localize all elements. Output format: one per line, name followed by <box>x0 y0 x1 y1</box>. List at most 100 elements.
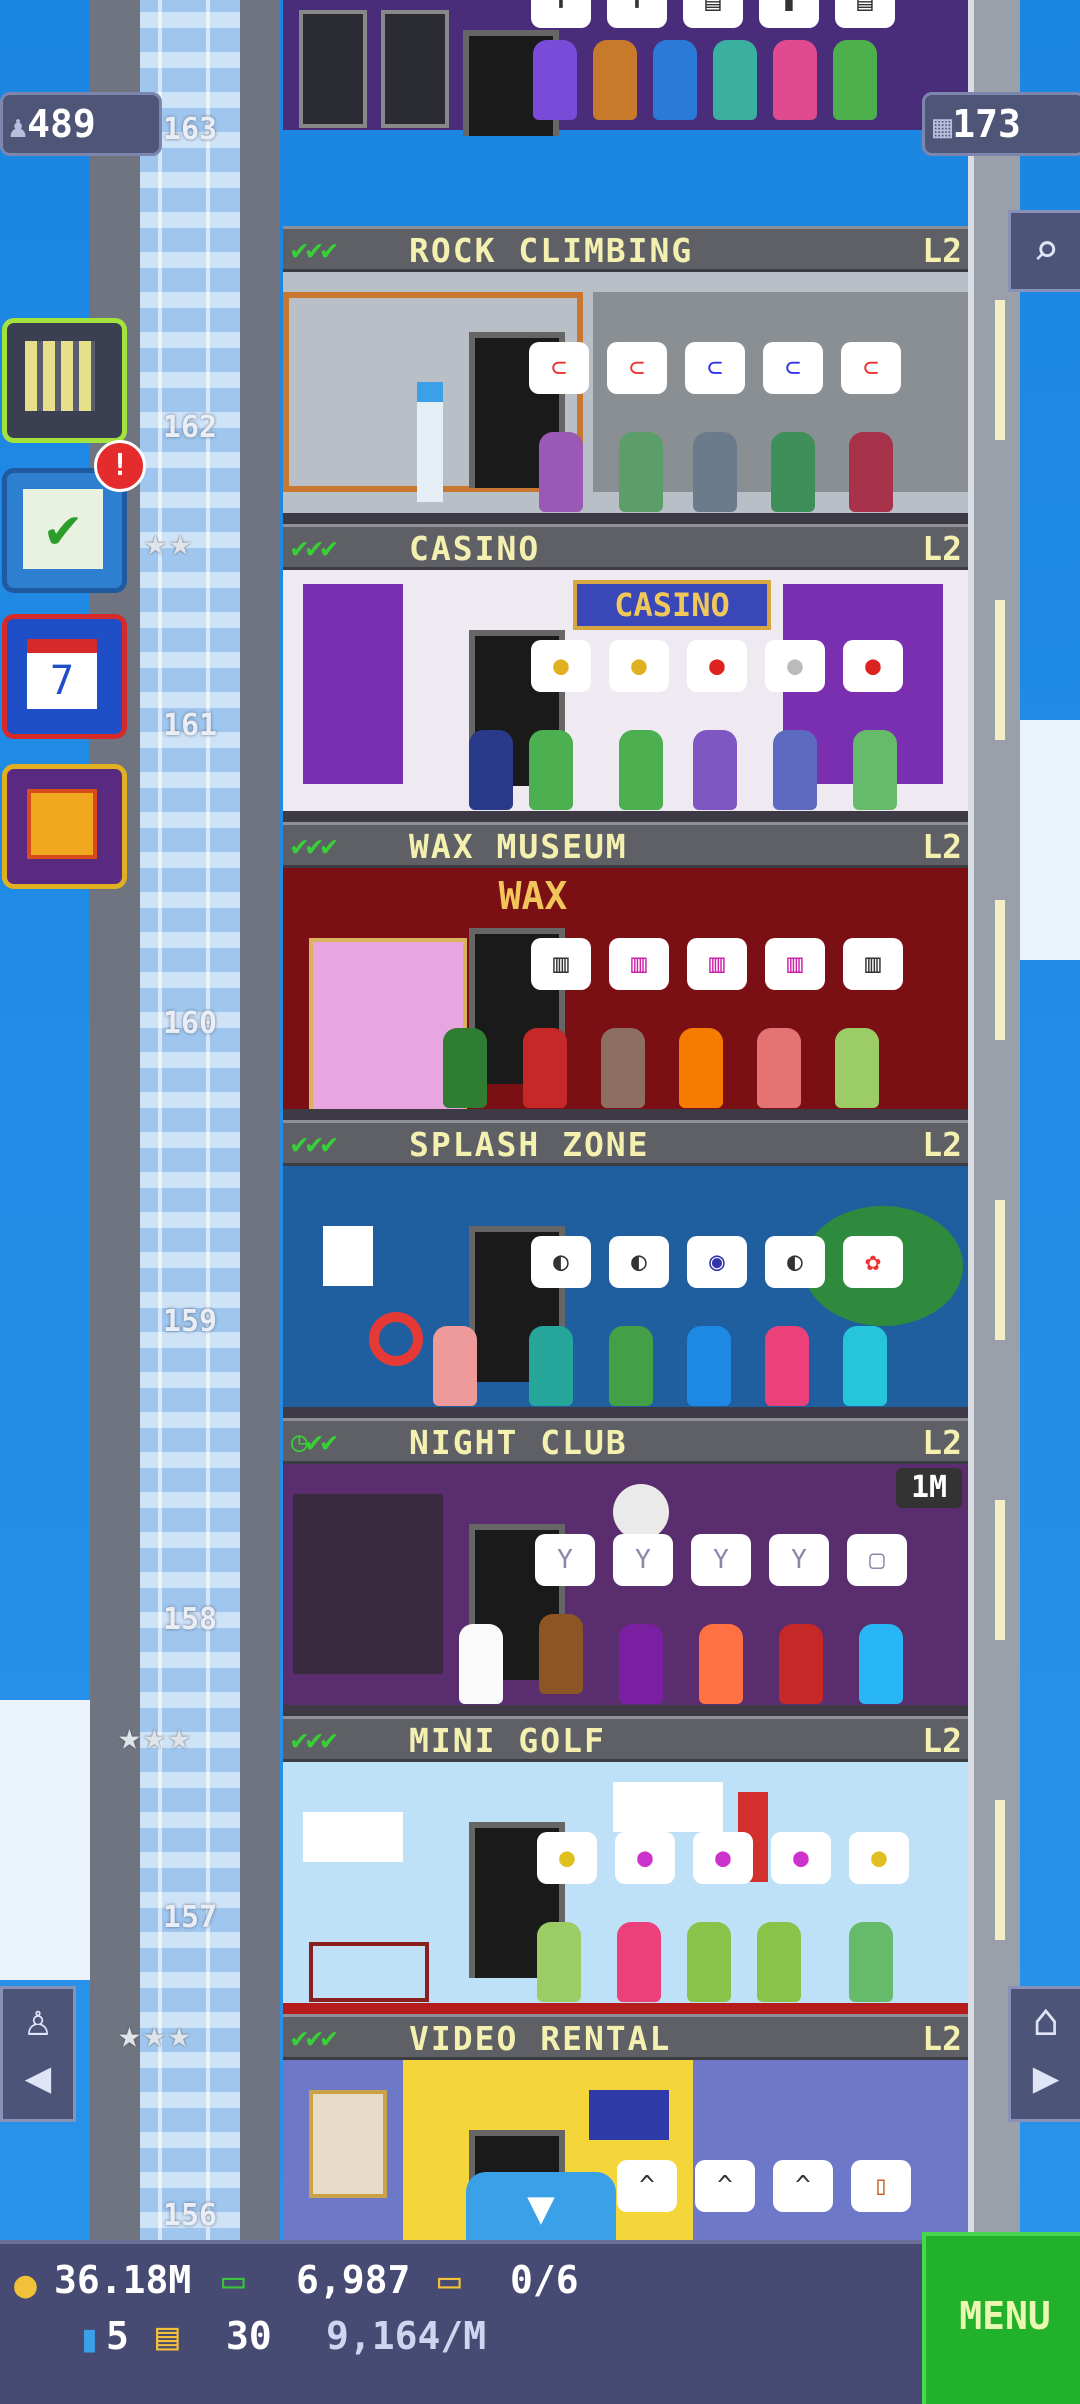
bitizen[interactable] <box>849 1922 893 2002</box>
bitizen[interactable] <box>849 432 893 512</box>
want-bubble: ⬆ <box>607 0 667 28</box>
water-cooler <box>417 382 443 502</box>
want-bubble: ◐ <box>531 1236 591 1288</box>
bitizen[interactable] <box>469 730 513 810</box>
menu-button[interactable]: MENU <box>922 2232 1080 2404</box>
bitizen[interactable] <box>609 1326 653 1406</box>
want-bubble: ▤ <box>683 0 743 28</box>
pool-notice <box>323 1226 373 1286</box>
bitizen[interactable] <box>771 432 815 512</box>
bitizen[interactable] <box>593 40 637 120</box>
home-right-button[interactable]: ⌂ ▶ <box>1008 1986 1080 2122</box>
room-interior: CASINO ● ● ● ● ● <box>283 570 968 823</box>
bitizen[interactable] <box>539 432 583 512</box>
elevator-left-button[interactable]: ♙ ◀ <box>0 1986 76 2122</box>
wax-sign: WAX <box>498 874 568 918</box>
floor-video-rental[interactable]: ✔✔✔ VIDEO RENTAL L2 ^ ^ ^ ▯ <box>283 2014 968 2246</box>
floor-night-club[interactable]: ◷✔✔ NIGHT CLUB L2 1M Y Y Y Y ▢ <box>283 1418 968 1717</box>
floor-splash-zone[interactable]: ✔✔✔ SPLASH ZONE L2 ◐ ◐ ◉ ◐ ✿ <box>283 1120 968 1419</box>
wall-light <box>995 1500 1005 1640</box>
search-button[interactable]: ⌕ <box>1008 210 1080 292</box>
wall-light <box>995 1200 1005 1340</box>
bitizen[interactable] <box>757 1028 801 1108</box>
floor-wax-museum[interactable]: ✔✔✔ WAX MUSEUM L2 WAX ▥ ▥ ▥ ▥ ▥ <box>283 822 968 1121</box>
elevator-person-icon: ♙ <box>24 1995 52 2046</box>
floor-casino[interactable]: ✔✔✔ CASINO L2 CASINO ● ● ● ● ● <box>283 524 968 823</box>
want-bubble: Y <box>691 1534 751 1586</box>
bitizen[interactable] <box>523 1028 567 1108</box>
bitizen[interactable] <box>835 1028 879 1108</box>
bitizen[interactable] <box>773 40 817 120</box>
building-icon <box>25 341 95 411</box>
bitizen[interactable] <box>459 1624 503 1704</box>
restock-status-icons: ◷✔✔ <box>291 1425 338 1458</box>
population-counter[interactable]: ♟489 <box>0 92 162 156</box>
bitizen[interactable] <box>619 1624 663 1704</box>
bitizen[interactable] <box>619 730 663 810</box>
bitizen[interactable] <box>687 1922 731 2002</box>
floor-mini-golf[interactable]: ✔✔✔ MINI GOLF L2 ● ● ● ● ● <box>283 1716 968 2015</box>
bitizen[interactable] <box>859 1624 903 1704</box>
calendar-button[interactable]: 7 <box>2 614 127 739</box>
floor-number-158: 158 <box>162 1602 218 1637</box>
bitizen[interactable] <box>653 40 697 120</box>
floor-counter[interactable]: ▦173 <box>922 92 1080 156</box>
bitizen[interactable] <box>529 1326 573 1406</box>
bitizen[interactable] <box>617 1922 661 2002</box>
want-bubble: ● <box>843 640 903 692</box>
want-bubble: ◉ <box>687 1236 747 1288</box>
bitizen[interactable] <box>765 1326 809 1406</box>
bitizen[interactable] <box>619 432 663 512</box>
floor-number-162: 162 <box>162 410 218 445</box>
restock-status-icons: ✔✔✔ <box>291 1127 338 1160</box>
bitizen[interactable] <box>713 40 757 120</box>
golf-club-rack <box>309 1942 429 2002</box>
floor-rock-climbing[interactable]: ✔✔✔ ROCK CLIMBING L2 ⊂ ⊂ ⊂ ⊂ ⊂ <box>283 226 968 525</box>
bitizen[interactable] <box>433 1326 477 1406</box>
coins-value: 36.18M <box>54 2258 192 2302</box>
build-floor-button[interactable] <box>2 318 127 443</box>
arcade-machine <box>299 10 367 128</box>
vip-icon: ▤ <box>156 2314 179 2358</box>
movie-poster <box>309 2090 387 2198</box>
ticket-icon: ▭ <box>438 2258 461 2302</box>
bitizen[interactable] <box>843 1326 887 1406</box>
bitizen[interactable] <box>529 730 573 810</box>
bitizen[interactable] <box>687 1326 731 1406</box>
want-bubble: ▤ <box>835 0 895 28</box>
star-rating-icon: ★★★ <box>118 2012 193 2056</box>
bitizen[interactable] <box>537 1922 581 2002</box>
bitizen[interactable] <box>833 40 877 120</box>
want-bubble: ▥ <box>687 938 747 990</box>
want-bubble: ^ <box>617 2160 677 2212</box>
want-bubble: ▯ <box>851 2160 911 2212</box>
want-bubble: Y <box>535 1534 595 1586</box>
room-interior: ◐ ◐ ◉ ◐ ✿ <box>283 1166 968 1419</box>
disco-ball-icon <box>613 1484 669 1540</box>
bitizen[interactable] <box>853 730 897 810</box>
want-bubble: ^ <box>695 2160 755 2212</box>
bitizen[interactable] <box>773 730 817 810</box>
bitizen[interactable] <box>779 1624 823 1704</box>
want-bubble: ▥ <box>843 938 903 990</box>
floor-banner: ✔✔✔ CASINO L2 <box>283 524 968 570</box>
bitizen[interactable] <box>601 1028 645 1108</box>
bitizen[interactable] <box>699 1624 743 1704</box>
want-bubble: ⬆ <box>531 0 591 28</box>
floor-level: L2 <box>922 1423 962 1462</box>
bitizen[interactable] <box>693 432 737 512</box>
floor-163-arcade[interactable]: ⬆ ⬆ ▤ ▮ ▤ <box>283 0 968 216</box>
floor-number-157: 157 <box>162 1900 218 1935</box>
want-bubble: ▥ <box>531 938 591 990</box>
bitizen[interactable] <box>693 730 737 810</box>
bitizen[interactable] <box>539 1614 583 1694</box>
bitizen[interactable] <box>757 1922 801 2002</box>
gift-button[interactable] <box>2 764 127 889</box>
bitizen[interactable] <box>679 1028 723 1108</box>
tower-right-wall <box>968 0 1020 2240</box>
bitizen[interactable] <box>443 1028 487 1108</box>
want-bubble: ● <box>765 640 825 692</box>
bitizen[interactable] <box>533 40 577 120</box>
scroll-down-button[interactable]: ▼ <box>466 2172 616 2242</box>
floor-name: NIGHT CLUB <box>409 1423 628 1462</box>
